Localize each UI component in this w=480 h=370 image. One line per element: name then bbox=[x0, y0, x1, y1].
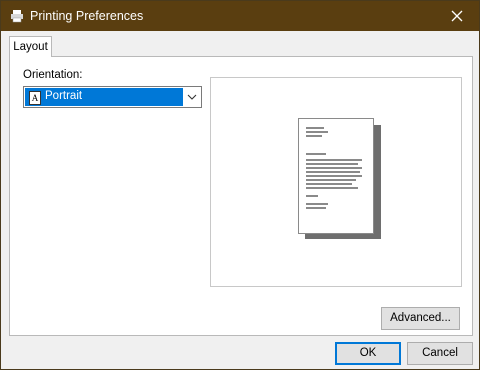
orientation-dropdown[interactable]: A Portrait bbox=[23, 86, 202, 108]
close-button[interactable] bbox=[435, 1, 479, 31]
orientation-label: Orientation: bbox=[23, 69, 83, 81]
ok-button[interactable]: OK bbox=[335, 342, 401, 365]
orientation-preview bbox=[210, 77, 462, 287]
window-title: Printing Preferences bbox=[30, 9, 144, 23]
orientation-selected-item: A Portrait bbox=[25, 88, 183, 106]
advanced-button[interactable]: Advanced... bbox=[381, 307, 460, 330]
chevron-down-icon[interactable] bbox=[185, 90, 199, 104]
layout-panel: Orientation: A Portrait Advanced... bbox=[9, 56, 473, 336]
cancel-button[interactable]: Cancel bbox=[407, 342, 473, 365]
printer-icon bbox=[11, 10, 23, 23]
orientation-value: Portrait bbox=[45, 90, 83, 102]
portrait-document-icon: A bbox=[29, 91, 41, 105]
close-icon bbox=[451, 10, 463, 22]
page-preview bbox=[298, 118, 374, 234]
printing-preferences-dialog: Printing Preferences Layout Orientation:… bbox=[0, 0, 480, 370]
title-bar: Printing Preferences bbox=[1, 1, 479, 31]
tab-layout[interactable]: Layout bbox=[9, 36, 52, 57]
